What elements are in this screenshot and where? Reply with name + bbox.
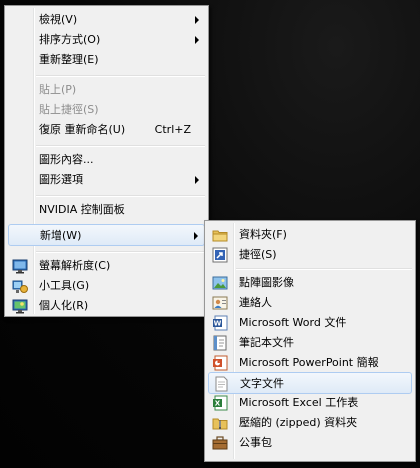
- menu-item-label: Microsoft Word 文件: [239, 316, 347, 329]
- submenu-arrow-icon: [195, 36, 199, 44]
- menu-item-label: 貼上捷徑(S): [39, 103, 99, 116]
- submenu-item-zipped-folder[interactable]: 壓縮的 (zipped) 資料夾: [208, 412, 412, 434]
- menu-item-label: NVIDIA 控制面板: [39, 203, 125, 216]
- menu-item-screen-resolution[interactable]: 螢幕解析度(C): [8, 255, 205, 277]
- bitmap-image-icon: [212, 276, 228, 290]
- new-submenu: 資料夾(F) 捷徑(S) 點陣圖影像 連絡人 W Microsoft Word …: [204, 220, 416, 462]
- journal-document-icon: [213, 335, 227, 351]
- excel-worksheet-icon: X: [213, 395, 228, 411]
- menu-separator: [36, 145, 205, 147]
- menu-item-label: 復原 重新命名(U): [39, 123, 126, 136]
- menu-item-undo-rename[interactable]: 復原 重新命名(U) Ctrl+Z: [8, 119, 205, 141]
- svg-text:W: W: [214, 320, 222, 328]
- desktop-context-menu: 檢視(V) 排序方式(O) 重新整理(E) 貼上(P) 貼上捷徑(S) 復原 重…: [4, 5, 209, 317]
- menu-item-view[interactable]: 檢視(V): [8, 9, 205, 31]
- menu-item-graphics-properties[interactable]: 圖形內容...: [8, 149, 205, 171]
- menu-item-label: 重新整理(E): [39, 53, 99, 66]
- submenu-item-briefcase[interactable]: 公事包: [208, 432, 412, 454]
- menu-item-paste[interactable]: 貼上(P): [8, 79, 205, 101]
- contact-icon: [212, 296, 228, 310]
- svg-text:X: X: [215, 400, 221, 408]
- submenu-item-contact[interactable]: 連絡人: [208, 292, 412, 314]
- text-document-icon: [215, 376, 228, 392]
- menu-item-label: 檢視(V): [39, 13, 78, 26]
- menu-item-label: 捷徑(S): [239, 248, 277, 261]
- zipped-folder-icon: [212, 418, 228, 430]
- menu-item-sort-by[interactable]: 排序方式(O): [8, 29, 205, 51]
- menu-item-graphics-options[interactable]: 圖形選項: [8, 169, 205, 191]
- personalize-icon: [12, 299, 28, 314]
- menu-item-paste-shortcut[interactable]: 貼上捷徑(S): [8, 99, 205, 121]
- shortcut-icon: [212, 247, 228, 263]
- menu-item-label: Microsoft PowerPoint 簡報: [239, 356, 379, 369]
- submenu-item-excel-worksheet[interactable]: X Microsoft Excel 工作表: [208, 392, 412, 414]
- submenu-arrow-icon: [194, 232, 198, 240]
- menu-separator: [36, 75, 205, 77]
- menu-item-label: 筆記本文件: [239, 336, 294, 349]
- menu-item-new[interactable]: 新增(W): [8, 224, 205, 246]
- word-document-icon: W: [213, 315, 228, 331]
- submenu-item-folder[interactable]: 資料夾(F): [208, 224, 412, 246]
- briefcase-icon: [212, 436, 228, 450]
- submenu-item-word-document[interactable]: W Microsoft Word 文件: [208, 312, 412, 334]
- menu-item-personalize[interactable]: 個人化(R): [8, 295, 205, 317]
- menu-item-label: 公事包: [239, 436, 272, 449]
- submenu-item-journal-document[interactable]: 筆記本文件: [208, 332, 412, 354]
- menu-item-gadgets[interactable]: 小工具(G): [8, 275, 205, 297]
- submenu-arrow-icon: [195, 176, 199, 184]
- menu-item-label: 圖形內容...: [39, 153, 94, 166]
- submenu-item-shortcut[interactable]: 捷徑(S): [208, 244, 412, 266]
- submenu-item-text-document[interactable]: 文字文件: [208, 372, 412, 394]
- menu-item-label: 螢幕解析度(C): [39, 259, 111, 272]
- submenu-arrow-icon: [195, 16, 199, 24]
- menu-item-label: 個人化(R): [39, 299, 89, 312]
- menu-item-label: 圖形選項: [39, 173, 83, 186]
- menu-item-label: 新增(W): [40, 229, 82, 242]
- menu-separator: [236, 268, 412, 270]
- menu-item-label: 排序方式(O): [39, 33, 101, 46]
- monitor-icon: [12, 259, 28, 274]
- menu-item-label: 連絡人: [239, 296, 272, 309]
- folder-icon: [212, 230, 228, 242]
- menu-item-label: 貼上(P): [39, 83, 77, 96]
- menu-item-label: 資料夾(F): [239, 228, 287, 241]
- menu-item-label: Microsoft Excel 工作表: [239, 396, 359, 409]
- menu-item-nvidia-control-panel[interactable]: NVIDIA 控制面板: [8, 199, 205, 221]
- menu-item-label: 小工具(G): [39, 279, 90, 292]
- gadgets-icon: [12, 280, 28, 293]
- menu-separator: [36, 251, 205, 253]
- menu-separator: [36, 195, 205, 197]
- powerpoint-presentation-icon: [213, 355, 228, 371]
- keyboard-shortcut: Ctrl+Z: [154, 123, 191, 136]
- submenu-item-bitmap-image[interactable]: 點陣圖影像: [208, 272, 412, 294]
- menu-item-label: 壓縮的 (zipped) 資料夾: [239, 416, 358, 429]
- submenu-item-powerpoint-presentation[interactable]: Microsoft PowerPoint 簡報: [208, 352, 412, 374]
- menu-item-refresh[interactable]: 重新整理(E): [8, 49, 205, 71]
- menu-item-label: 點陣圖影像: [239, 276, 294, 289]
